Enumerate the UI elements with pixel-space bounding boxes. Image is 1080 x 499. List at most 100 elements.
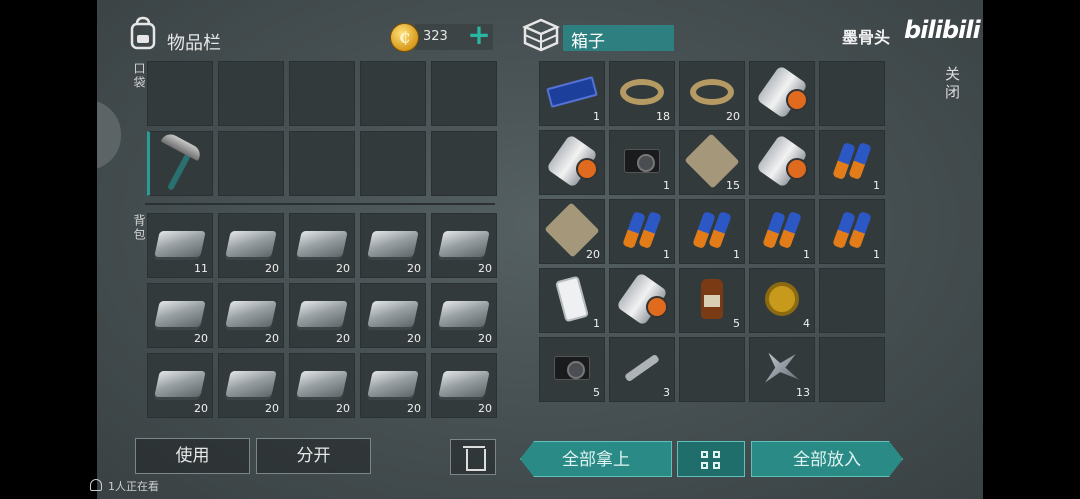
iron-ingot-icon <box>154 300 206 327</box>
box-slot[interactable] <box>539 130 605 195</box>
pocket-slot[interactable] <box>289 131 355 196</box>
box-slot[interactable]: 1 <box>679 199 745 264</box>
pocket-slot[interactable] <box>360 61 426 126</box>
item-count: 20 <box>336 332 350 345</box>
item-count: 20 <box>265 262 279 275</box>
coin-count: 323 <box>423 29 448 44</box>
backpack-slot[interactable]: 20 <box>289 353 355 418</box>
box-slot[interactable]: 20 <box>679 61 745 126</box>
box-slot[interactable]: 1 <box>539 61 605 126</box>
pocket-slot[interactable] <box>218 131 284 196</box>
blueprint-icon-group <box>540 131 604 194</box>
item-count: 3 <box>663 386 670 399</box>
box-slot[interactable]: 1 <box>609 130 675 195</box>
item-count: 20 <box>407 262 421 275</box>
box-slot[interactable]: 1 <box>819 199 885 264</box>
box-slot[interactable] <box>819 337 885 402</box>
iron-ingot-icon <box>438 300 490 327</box>
item-count: 5 <box>593 386 600 399</box>
box-slot[interactable]: 13 <box>749 337 815 402</box>
item-count: 20 <box>407 332 421 345</box>
backpack-slot[interactable]: 20 <box>218 353 284 418</box>
box-slot[interactable]: 1 <box>609 199 675 264</box>
item-count: 20 <box>265 402 279 415</box>
box-slot[interactable]: 5 <box>539 337 605 402</box>
backpack-slot[interactable]: 20 <box>289 213 355 278</box>
pocket-slot[interactable] <box>431 131 497 196</box>
backpack-slot[interactable]: 20 <box>360 213 426 278</box>
backpack-slot[interactable]: 20 <box>431 283 497 348</box>
scrap-metal-icon <box>765 352 799 383</box>
item-count: 1 <box>593 110 600 123</box>
use-button[interactable]: 使用 <box>135 438 250 474</box>
backpack-slot[interactable]: 20 <box>431 353 497 418</box>
pocket-slot[interactable] <box>147 130 213 196</box>
blueprint-icon-group <box>750 131 814 194</box>
item-count: 20 <box>407 402 421 415</box>
pocket-label: 口袋 <box>132 62 146 90</box>
blueprint-badge-icon <box>786 158 808 180</box>
iron-ingot-icon <box>438 230 490 257</box>
sort-grid-button[interactable] <box>677 441 745 477</box>
backpack-slot[interactable]: 20 <box>360 283 426 348</box>
backpack-slot[interactable]: 20 <box>431 213 497 278</box>
item-count: 20 <box>478 402 492 415</box>
iron-ingot-icon <box>367 230 419 257</box>
gold-watch-icon <box>765 281 799 316</box>
item-count: 20 <box>726 110 740 123</box>
box-slot[interactable]: 18 <box>609 61 675 126</box>
item-count: 1 <box>803 248 810 261</box>
pocket-slot[interactable] <box>289 61 355 126</box>
box-slot[interactable] <box>609 268 675 333</box>
backpack-slot[interactable]: 20 <box>218 283 284 348</box>
iron-ingot-icon <box>296 300 348 327</box>
backpack-slot[interactable]: 20 <box>218 213 284 278</box>
blueprint-icon-group <box>610 269 674 332</box>
iron-ingot-icon <box>438 370 490 397</box>
coin-icon: ₵ <box>390 23 419 52</box>
box-slot[interactable]: 3 <box>609 337 675 402</box>
box-slot[interactable]: 5 <box>679 268 745 333</box>
box-slot[interactable]: 20 <box>539 199 605 264</box>
pocket-slot[interactable] <box>431 61 497 126</box>
item-count: 20 <box>336 262 350 275</box>
split-button[interactable]: 分开 <box>256 438 371 474</box>
circuit-board-icon <box>546 75 598 108</box>
box-slot[interactable]: 1 <box>749 199 815 264</box>
item-count: 1 <box>873 179 880 192</box>
viewer-count: 1人正在看 <box>108 480 159 493</box>
box-slot[interactable] <box>819 268 885 333</box>
box-slot[interactable]: 1 <box>819 130 885 195</box>
backpack-slot[interactable]: 11 <box>147 213 213 278</box>
camera-icon <box>554 355 590 380</box>
pocket-slot[interactable] <box>360 131 426 196</box>
pocket-slot[interactable] <box>218 61 284 126</box>
iron-ingot-icon <box>225 370 277 397</box>
add-coins-button[interactable]: + <box>467 21 491 51</box>
backpack-slot[interactable]: 20 <box>289 283 355 348</box>
backpack-slot[interactable]: 20 <box>360 353 426 418</box>
item-count: 15 <box>726 179 740 192</box>
side-wheel-button[interactable] <box>97 100 121 170</box>
close-button[interactable]: 关闭 <box>942 66 963 102</box>
iron-ingot-icon <box>225 300 277 327</box>
box-slot[interactable] <box>819 61 885 126</box>
box-slot[interactable]: 1 <box>539 268 605 333</box>
trash-icon[interactable] <box>450 439 496 475</box>
backpack-label: 背包 <box>132 214 146 242</box>
box-slot[interactable] <box>749 130 815 195</box>
box-slot[interactable]: 15 <box>679 130 745 195</box>
box-slot[interactable]: 4 <box>749 268 815 333</box>
pocket-slot[interactable] <box>147 61 213 126</box>
put-all-button[interactable]: 全部放入 <box>751 441 903 477</box>
box-slot[interactable] <box>679 337 745 402</box>
inventory-title: 物品栏 <box>167 33 221 54</box>
backpack-slot[interactable]: 20 <box>147 283 213 348</box>
backpack-slot[interactable]: 20 <box>147 353 213 418</box>
item-count: 13 <box>796 386 810 399</box>
item-count: 20 <box>478 332 492 345</box>
bottle-icon <box>701 278 723 319</box>
blueprint-badge-icon <box>646 296 668 318</box>
take-all-button[interactable]: 全部拿上 <box>520 441 672 477</box>
box-slot[interactable] <box>749 61 815 126</box>
